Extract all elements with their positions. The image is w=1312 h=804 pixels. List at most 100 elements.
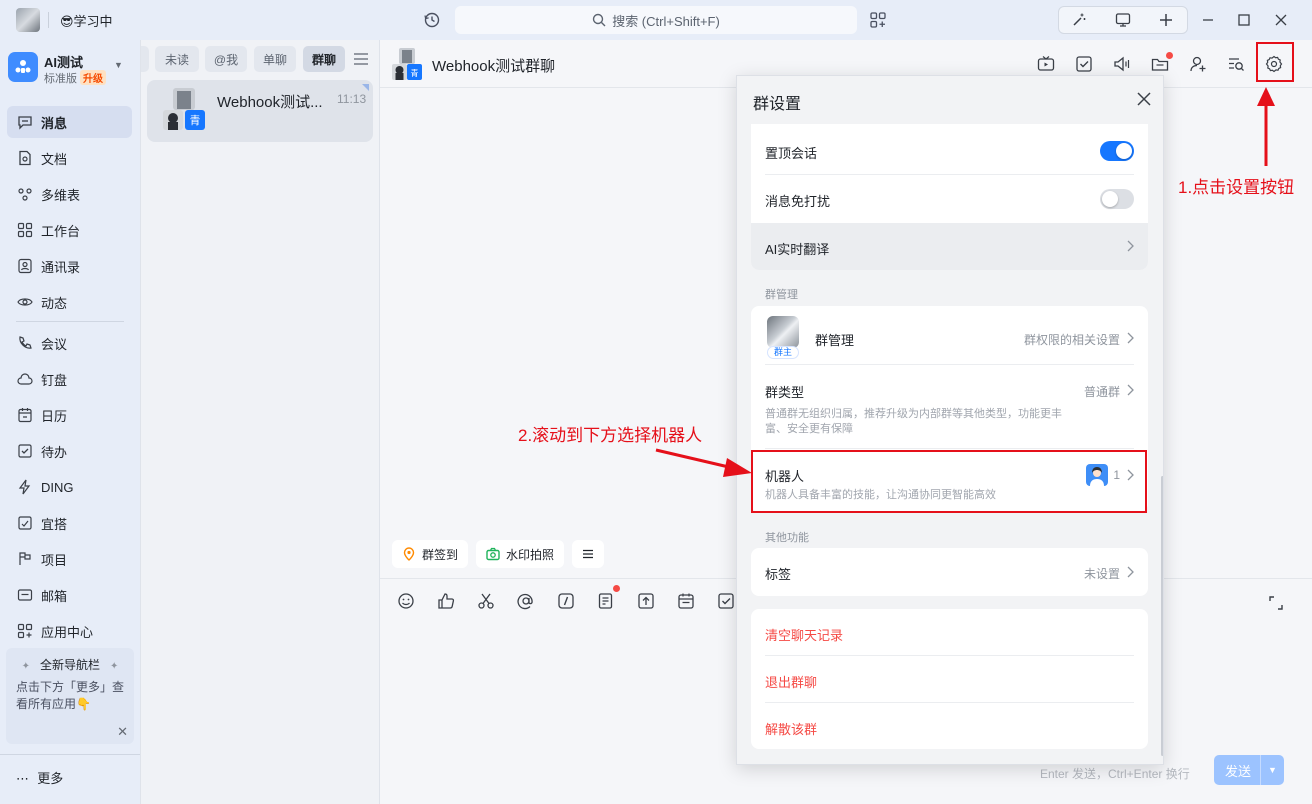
watermark-photo-button[interactable]: 水印拍照 [476, 540, 565, 568]
nav-item-5[interactable]: 通讯录 [7, 250, 132, 282]
search-input[interactable]: 搜索 (Ctrl+Shift+F) [455, 6, 857, 34]
notification-dot [1166, 52, 1173, 59]
filter-mentions[interactable]: @我 [205, 46, 247, 72]
nav-item-10[interactable]: 待办 [7, 435, 132, 467]
magic-wand-icon[interactable] [1068, 6, 1090, 34]
nav-item-11[interactable]: DING [7, 471, 132, 503]
nav-item-label: 待办 [41, 444, 68, 460]
announcement-icon[interactable] [1112, 54, 1132, 74]
add-icon[interactable] [1155, 6, 1177, 34]
group-avatar[interactable]: 青 [392, 48, 422, 80]
thumbs-up-icon[interactable] [436, 591, 456, 611]
nav-item-label: 动态 [41, 295, 68, 311]
nav-item-15[interactable]: 应用中心 [7, 615, 132, 647]
upgrade-badge[interactable]: 升级 [80, 70, 106, 85]
toggle-knob [1116, 143, 1132, 159]
nav-item-label: 钉盘 [41, 372, 68, 388]
table-icon [17, 186, 33, 202]
minimize-icon[interactable] [1198, 6, 1218, 34]
leave-group-button[interactable]: 退出群聊 [765, 672, 817, 691]
conversation-time: 11:13 [337, 92, 367, 106]
add-member-icon[interactable] [1188, 54, 1208, 74]
search-icon [592, 13, 606, 27]
menu-icon[interactable] [353, 51, 369, 67]
calendar-icon [17, 407, 33, 423]
nav-item-4[interactable]: 工作台 [7, 214, 132, 246]
bolt-icon [17, 479, 33, 495]
caret-down-icon[interactable]: ▼ [114, 60, 123, 70]
user-status[interactable]: 😎学习中 [60, 11, 113, 30]
nav-item-9[interactable]: 日历 [7, 399, 132, 431]
conversation-name: Webhook测试... [217, 94, 323, 111]
pin-toggle[interactable] [1100, 141, 1134, 161]
live-tv-icon[interactable] [1036, 54, 1056, 74]
mention-icon[interactable] [516, 591, 536, 611]
more-button[interactable]: ⋯ 更多 [16, 768, 63, 787]
nav-item-label: 应用中心 [41, 624, 94, 640]
mute-label: 消息免打扰 [765, 194, 831, 209]
group-manage-label: 群管理 [815, 333, 855, 348]
nav-item-label: 多维表 [41, 187, 81, 203]
send-options-chevron-icon[interactable]: ▼ [1260, 755, 1284, 785]
task-check-icon[interactable] [1074, 54, 1094, 74]
nav-item-12[interactable]: 宜搭 [7, 507, 132, 539]
apps-grid-icon[interactable] [869, 11, 887, 29]
org-switcher[interactable]: AI测试 标准版 升级 ▼ [8, 50, 136, 86]
nav-item-3[interactable]: 多维表 [7, 178, 132, 210]
tip-title: ✦ 全新导航栏 ✦ [21, 658, 119, 672]
close-icon[interactable]: ✕ [117, 724, 128, 740]
tags-value: 未设置 [1083, 567, 1120, 581]
pinned-corner [362, 84, 369, 91]
todo-check-icon[interactable] [716, 591, 736, 611]
conversation-item[interactable]: 青 Webhook测试... 11:13 [147, 80, 373, 142]
group-type-row[interactable]: 群类型 普通群 普通群无组织归属，推荐升级为内部群等其他类型，功能更丰 富、安全… [765, 374, 1134, 438]
group-manage-row[interactable]: 群主 群管理 群权限的相关设置 [765, 316, 1134, 359]
filter-groups[interactable]: 群聊 [303, 46, 345, 72]
note-icon[interactable] [596, 591, 616, 611]
nav-item-1[interactable]: 消息 [7, 106, 132, 138]
dissolve-group-row[interactable]: 解散该群 [765, 703, 1134, 749]
tags-row[interactable]: 标签 未设置 [765, 548, 1134, 596]
emoji-icon[interactable] [396, 591, 416, 611]
clear-history-row[interactable]: 清空聊天记录 [765, 609, 1134, 655]
mute-toggle[interactable] [1100, 189, 1134, 209]
chat-options-card: 置顶会话 消息免打扰 AI实时翻译 [751, 124, 1148, 270]
more-actions-button[interactable] [572, 540, 604, 568]
screen-share-icon[interactable] [1112, 6, 1134, 34]
avatar-badge-text: 青 [411, 68, 419, 78]
eye-icon [17, 294, 33, 310]
nav-item-8[interactable]: 钉盘 [7, 363, 132, 395]
search-history-icon[interactable] [1226, 54, 1246, 74]
calendar-icon[interactable] [676, 591, 696, 611]
nav-item-7[interactable]: 会议 [7, 327, 132, 359]
translate-row[interactable]: AI实时翻译 [751, 223, 1148, 270]
checkin-button[interactable]: 群签到 [392, 540, 469, 568]
annotation-box-robot [751, 450, 1147, 513]
group-type-value: 普通群 [1083, 385, 1120, 399]
search-placeholder: 搜索 (Ctrl+Shift+F) [612, 13, 720, 29]
close-icon[interactable] [1135, 90, 1153, 108]
filter-direct[interactable]: 单聊 [254, 46, 296, 72]
expand-icon[interactable] [1268, 595, 1284, 611]
annotation-box-settings [1256, 42, 1294, 82]
nav-item-2[interactable]: 文档 [7, 142, 132, 174]
nav-item-14[interactable]: 邮箱 [7, 579, 132, 611]
upload-icon[interactable] [636, 591, 656, 611]
leave-group-row[interactable]: 退出群聊 [765, 656, 1134, 702]
nav-item-13[interactable]: 项目 [7, 543, 132, 575]
chevron-right-icon [1127, 566, 1134, 578]
maximize-icon[interactable] [1234, 6, 1254, 34]
scissors-icon[interactable] [476, 591, 496, 611]
dissolve-group-button[interactable]: 解散该群 [765, 719, 817, 738]
tags-card: 标签 未设置 [751, 548, 1148, 596]
history-icon[interactable] [423, 11, 441, 29]
close-window-icon[interactable] [1271, 6, 1291, 34]
slash-command-icon[interactable] [556, 591, 576, 611]
clear-history-button[interactable]: 清空聊天记录 [765, 625, 843, 644]
filter-unread[interactable]: 未读 [155, 46, 199, 72]
panel-scrollbar[interactable] [1161, 476, 1163, 756]
danger-zone-card: 清空聊天记录 退出群聊 解散该群 [751, 609, 1148, 749]
user-avatar[interactable] [16, 8, 40, 32]
nav-item-6[interactable]: 动态 [7, 286, 132, 318]
build-icon [17, 515, 33, 531]
